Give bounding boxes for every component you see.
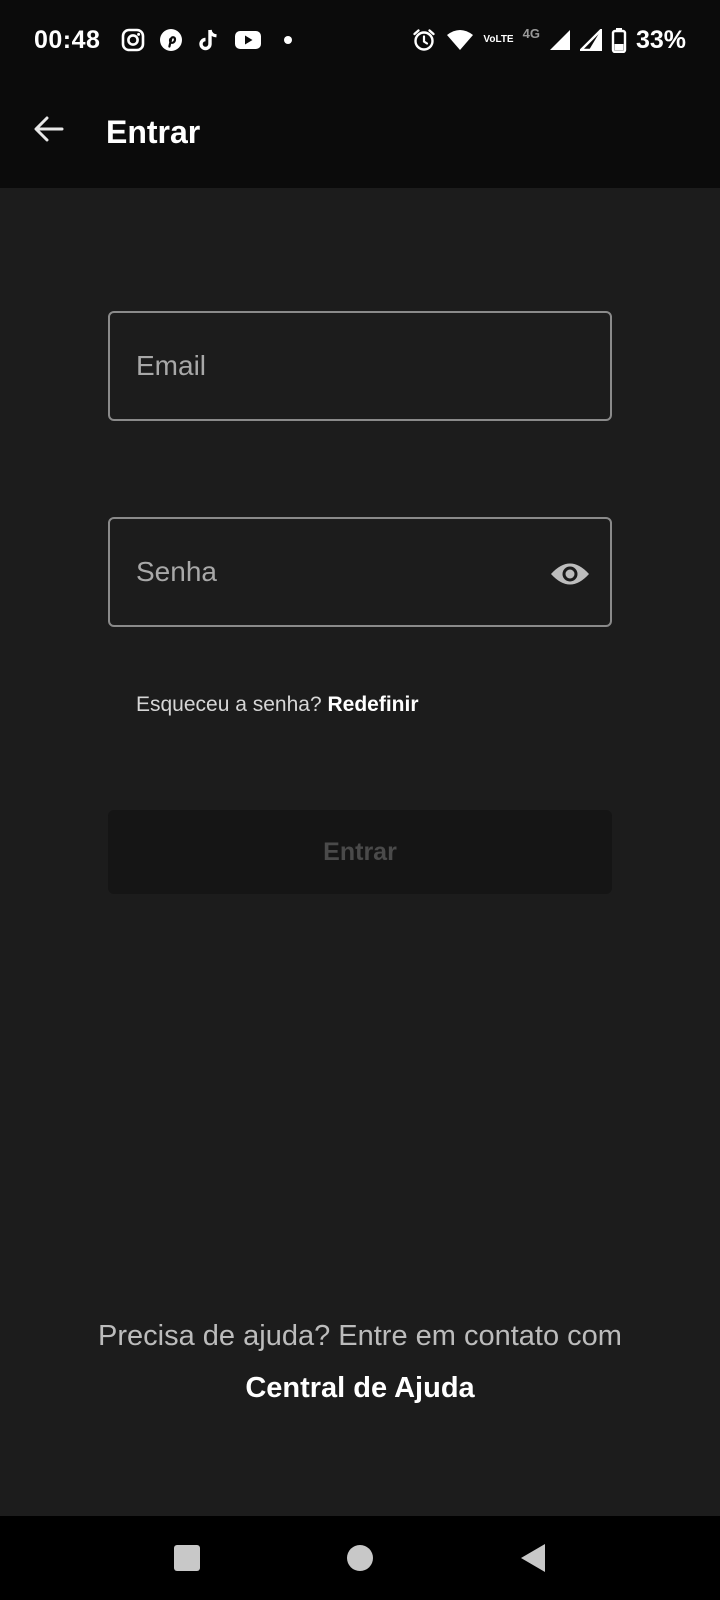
square-icon — [173, 1545, 200, 1571]
email-input[interactable] — [136, 350, 584, 382]
signal-icon — [579, 29, 602, 51]
password-input[interactable] — [136, 556, 584, 588]
alarm-icon — [411, 27, 437, 53]
tiktok-icon — [196, 27, 222, 53]
submit-button[interactable]: Entrar — [108, 810, 612, 894]
system-icons: Vo LTE 4G 33% — [411, 26, 686, 55]
help-center-link[interactable]: Central de Ajuda — [0, 1372, 720, 1405]
forgot-password-row: Esqueceu a senha? Redefinir — [136, 693, 419, 717]
system-navigation-bar — [0, 1516, 720, 1600]
notification-icons — [120, 27, 293, 53]
reset-password-link[interactable]: Redefinir — [328, 693, 419, 716]
youtube-icon — [234, 29, 262, 51]
help-text: Precisa de ajuda? Entre em contato com — [98, 1320, 622, 1352]
battery-icon — [611, 27, 627, 53]
email-field-container — [108, 311, 612, 421]
login-screen: 00:48 Vo LTE 4G 33% Entrar Email Esquece… — [0, 0, 720, 1600]
password-field-container — [108, 517, 612, 627]
eye-icon — [551, 563, 589, 585]
battery-percent: 33% — [635, 25, 686, 54]
page-title: Entrar — [106, 114, 201, 150]
home-button[interactable] — [330, 1528, 390, 1588]
circle-icon — [346, 1545, 373, 1571]
signal-icon — [549, 29, 571, 51]
triangle-back-icon — [521, 1544, 546, 1572]
arrow-left-icon — [34, 116, 64, 142]
forgot-password-prompt: Esqueceu a senha? — [136, 693, 322, 716]
wifi-icon — [446, 28, 474, 52]
pinterest-icon — [158, 27, 184, 53]
app-bar: Entrar — [0, 80, 720, 188]
volte-label-top: Vo — [483, 34, 496, 45]
notification-dot — [284, 36, 293, 44]
toggle-password-visibility-button[interactable] — [550, 554, 590, 594]
back-button[interactable] — [26, 106, 72, 152]
status-time: 00:48 — [34, 25, 101, 54]
back-nav-button[interactable] — [503, 1528, 563, 1588]
volte-icon: Vo LTE — [483, 35, 513, 45]
volte-label-bottom: LTE — [495, 34, 514, 45]
instagram-icon — [120, 27, 146, 53]
status-bar: 00:48 Vo LTE 4G 33% — [0, 0, 720, 80]
network-type-label: 4G — [522, 25, 540, 41]
recents-button[interactable] — [157, 1528, 217, 1588]
